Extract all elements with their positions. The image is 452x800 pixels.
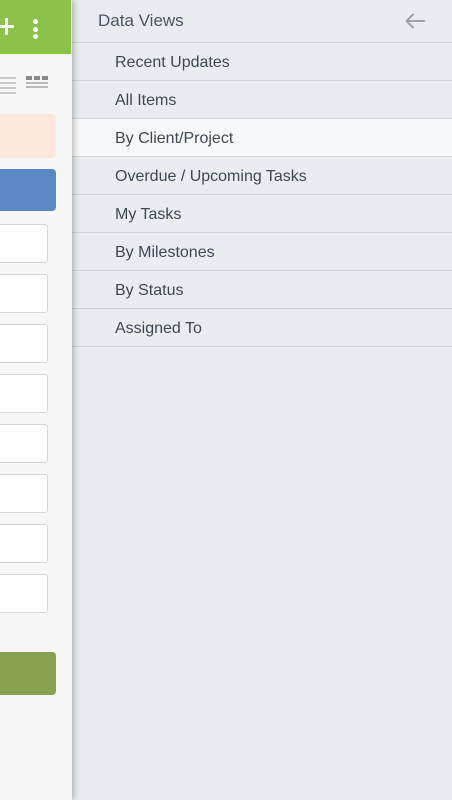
primary-button[interactable]: [0, 169, 56, 211]
form-field[interactable]: [0, 524, 48, 563]
form-field[interactable]: [0, 224, 48, 263]
data-view-item-overdue-upcoming-tasks[interactable]: Overdue / Upcoming Tasks: [72, 157, 452, 195]
form-field[interactable]: [0, 324, 48, 363]
data-view-item-label: Overdue / Upcoming Tasks: [115, 168, 307, 185]
form-field[interactable]: [0, 474, 48, 513]
notice-box: [0, 114, 56, 158]
data-view-item-label: By Status: [115, 282, 184, 299]
data-view-item-recent-updates[interactable]: Recent Updates: [72, 43, 452, 81]
more-vertical-icon[interactable]: [33, 19, 39, 39]
form-field[interactable]: [0, 274, 48, 313]
list-view-icon[interactable]: [0, 77, 16, 94]
form-field[interactable]: [0, 374, 48, 413]
panel-header: Data Views: [72, 0, 452, 43]
data-view-item-label: All Items: [115, 92, 177, 109]
panel-title: Data Views: [98, 11, 184, 30]
background-app-panel: [0, 0, 72, 800]
data-views-list: Recent Updates All Items By Client/Proje…: [72, 43, 452, 347]
data-view-item-by-status[interactable]: By Status: [72, 271, 452, 309]
data-view-item-all-items[interactable]: All Items: [72, 81, 452, 119]
submit-button[interactable]: [0, 652, 56, 695]
data-view-item-assigned-to[interactable]: Assigned To: [72, 309, 452, 347]
plus-icon[interactable]: [0, 18, 16, 36]
data-view-item-label: My Tasks: [115, 206, 182, 223]
data-views-panel: Data Views Recent Updates All Items By C…: [72, 0, 452, 800]
grid-view-icon[interactable]: [26, 76, 48, 94]
data-view-item-label: Assigned To: [115, 320, 202, 337]
data-view-item-label: By Milestones: [115, 244, 215, 261]
form-field[interactable]: [0, 574, 48, 613]
form-field[interactable]: [0, 424, 48, 463]
data-view-item-my-tasks[interactable]: My Tasks: [72, 195, 452, 233]
arrow-left-icon[interactable]: [404, 12, 426, 30]
data-view-item-label: By Client/Project: [115, 130, 234, 147]
data-view-item-by-milestones[interactable]: By Milestones: [72, 233, 452, 271]
data-view-item-by-client-project[interactable]: By Client/Project: [72, 119, 452, 157]
data-view-item-label: Recent Updates: [115, 54, 230, 71]
app-top-bar: [0, 0, 71, 54]
